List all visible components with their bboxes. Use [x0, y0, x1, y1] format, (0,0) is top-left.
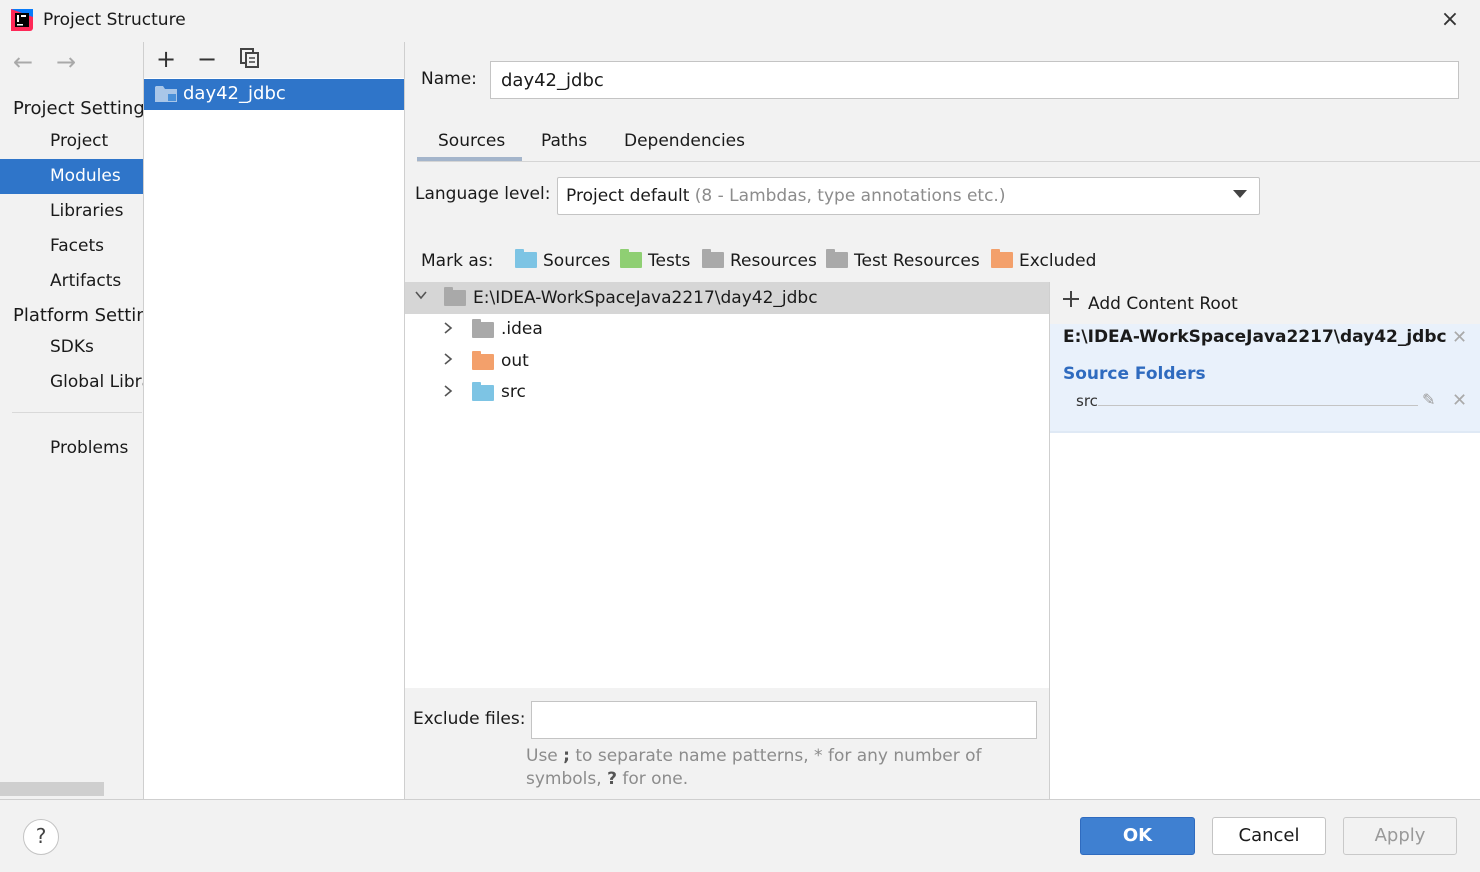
tree-root-label: E:\IDEA-WorkSpaceJava2217\day42_jdbc: [473, 288, 818, 308]
chevron-down-icon[interactable]: [414, 288, 428, 302]
exclude-hint-sep: ;: [563, 746, 570, 766]
title-bar: [0, 0, 1480, 42]
resources-folder-icon: [702, 249, 724, 268]
module-list-toolbar: [144, 42, 404, 78]
mark-as-test-resources-label: Test Resources: [854, 251, 980, 271]
remove-content-root-icon[interactable]: ✕: [1452, 327, 1467, 348]
apply-button[interactable]: Apply: [1343, 817, 1457, 855]
folder-tree: [405, 282, 1049, 688]
tab-sources[interactable]: Sources: [438, 131, 505, 151]
project-settings-header: Project Settings: [13, 98, 143, 119]
tab-paths[interactable]: Paths: [541, 131, 587, 151]
sidebar-item-modules[interactable]: Modules: [0, 159, 143, 194]
tree-item-idea[interactable]: .idea: [501, 319, 543, 339]
pencil-icon[interactable]: ✎: [1422, 390, 1435, 409]
cancel-button[interactable]: Cancel: [1212, 817, 1326, 855]
tests-folder-icon: [620, 249, 642, 268]
out-folder-icon: [472, 351, 500, 373]
sidebar-item-global-libraries[interactable]: Global Libraries: [0, 365, 143, 400]
mark-as-label: Mark as:: [421, 251, 494, 271]
active-tab-indicator: [417, 157, 522, 161]
idea-folder-icon: [472, 319, 500, 341]
sidebar-item-project[interactable]: Project: [0, 124, 143, 159]
content-root-path: E:\IDEA-WorkSpaceJava2217\day42_jdbc: [1063, 327, 1447, 347]
exclude-hint-part-1: Use: [526, 746, 564, 766]
exclude-files-hint: Use ; to separate name patterns, * for a…: [526, 745, 1036, 791]
source-folder-underline: [1098, 405, 1418, 406]
language-level-label: Language level:: [415, 184, 551, 204]
exclude-hint-part-2: to separate name patterns, * for any num…: [526, 746, 982, 789]
remove-source-folder-icon[interactable]: ✕: [1452, 390, 1467, 411]
source-folders-title: Source Folders: [1063, 364, 1206, 384]
chevron-right-icon[interactable]: [441, 384, 455, 398]
test-resources-folder-icon: [826, 249, 848, 268]
sidebar-item-problems[interactable]: Problems: [0, 431, 143, 466]
mark-as-excluded[interactable]: Excluded: [991, 249, 1097, 271]
platform-settings-header: Platform Settings: [13, 305, 143, 326]
language-level-selected: Project default: [566, 186, 690, 206]
sidebar-item-sdks[interactable]: SDKs: [0, 330, 143, 365]
exclude-files-label: Exclude files:: [413, 709, 526, 729]
mark-as-excluded-label: Excluded: [1019, 251, 1097, 271]
root-folder-icon: [444, 287, 472, 309]
mark-as-sources[interactable]: Sources: [515, 249, 611, 271]
excluded-folder-icon: [991, 249, 1013, 268]
tab-bar-line: [417, 161, 1480, 162]
add-icon[interactable]: [1062, 290, 1080, 308]
sidebar-item-libraries[interactable]: Libraries: [0, 194, 143, 229]
help-button[interactable]: ?: [23, 819, 59, 855]
exclude-files-input[interactable]: [531, 701, 1037, 739]
mark-as-resources[interactable]: Resources: [702, 249, 817, 271]
sidebar-item-artifacts[interactable]: Artifacts: [0, 264, 143, 299]
mark-as-sources-label: Sources: [543, 251, 611, 271]
module-folder-icon: [155, 85, 177, 103]
module-name-input[interactable]: [490, 61, 1459, 99]
mark-as-tests[interactable]: Tests: [620, 249, 691, 271]
sidebar-item-facets[interactable]: Facets: [0, 229, 143, 264]
mark-as-tests-label: Tests: [648, 251, 691, 271]
window-title: Project Structure: [43, 10, 186, 30]
module-item-label: day42_jdbc: [183, 83, 286, 104]
sources-folder-icon: [515, 249, 537, 268]
tree-item-out[interactable]: out: [501, 351, 529, 371]
module-list: [144, 42, 404, 799]
intellij-logo-icon: [11, 9, 33, 31]
sidebar-scrollbar[interactable]: [0, 782, 104, 796]
copy-module-icon[interactable]: [240, 48, 260, 68]
exclude-hint-q: ?: [607, 769, 617, 789]
exclude-hint-part-3: for one.: [616, 769, 689, 789]
source-folder-item: src: [1076, 392, 1098, 410]
ok-button[interactable]: OK: [1080, 817, 1195, 855]
mark-as-resources-label: Resources: [730, 251, 817, 271]
tab-dependencies[interactable]: Dependencies: [624, 131, 745, 151]
src-folder-icon: [472, 382, 500, 404]
language-level-hint: (8 - Lambdas, type annotations etc.): [694, 186, 1006, 206]
chevron-right-icon[interactable]: [441, 321, 455, 335]
bottom-divider: [0, 799, 1480, 800]
add-module-icon[interactable]: +: [152, 46, 180, 74]
mark-as-test-resources[interactable]: Test Resources: [826, 249, 980, 271]
tree-item-src[interactable]: src: [501, 382, 526, 402]
language-level-value: Project default (8 - Lambdas, type annot…: [566, 186, 1005, 206]
sidebar-divider: [12, 412, 142, 413]
close-icon[interactable]: ×: [1438, 8, 1462, 32]
remove-module-icon[interactable]: −: [193, 46, 221, 74]
chevron-right-icon[interactable]: [441, 352, 455, 366]
dropdown-arrow-icon[interactable]: [1233, 190, 1247, 198]
content-root-block-edge: [1050, 431, 1480, 433]
add-content-root-label[interactable]: Add Content Root: [1088, 294, 1238, 314]
name-label: Name:: [421, 69, 477, 89]
